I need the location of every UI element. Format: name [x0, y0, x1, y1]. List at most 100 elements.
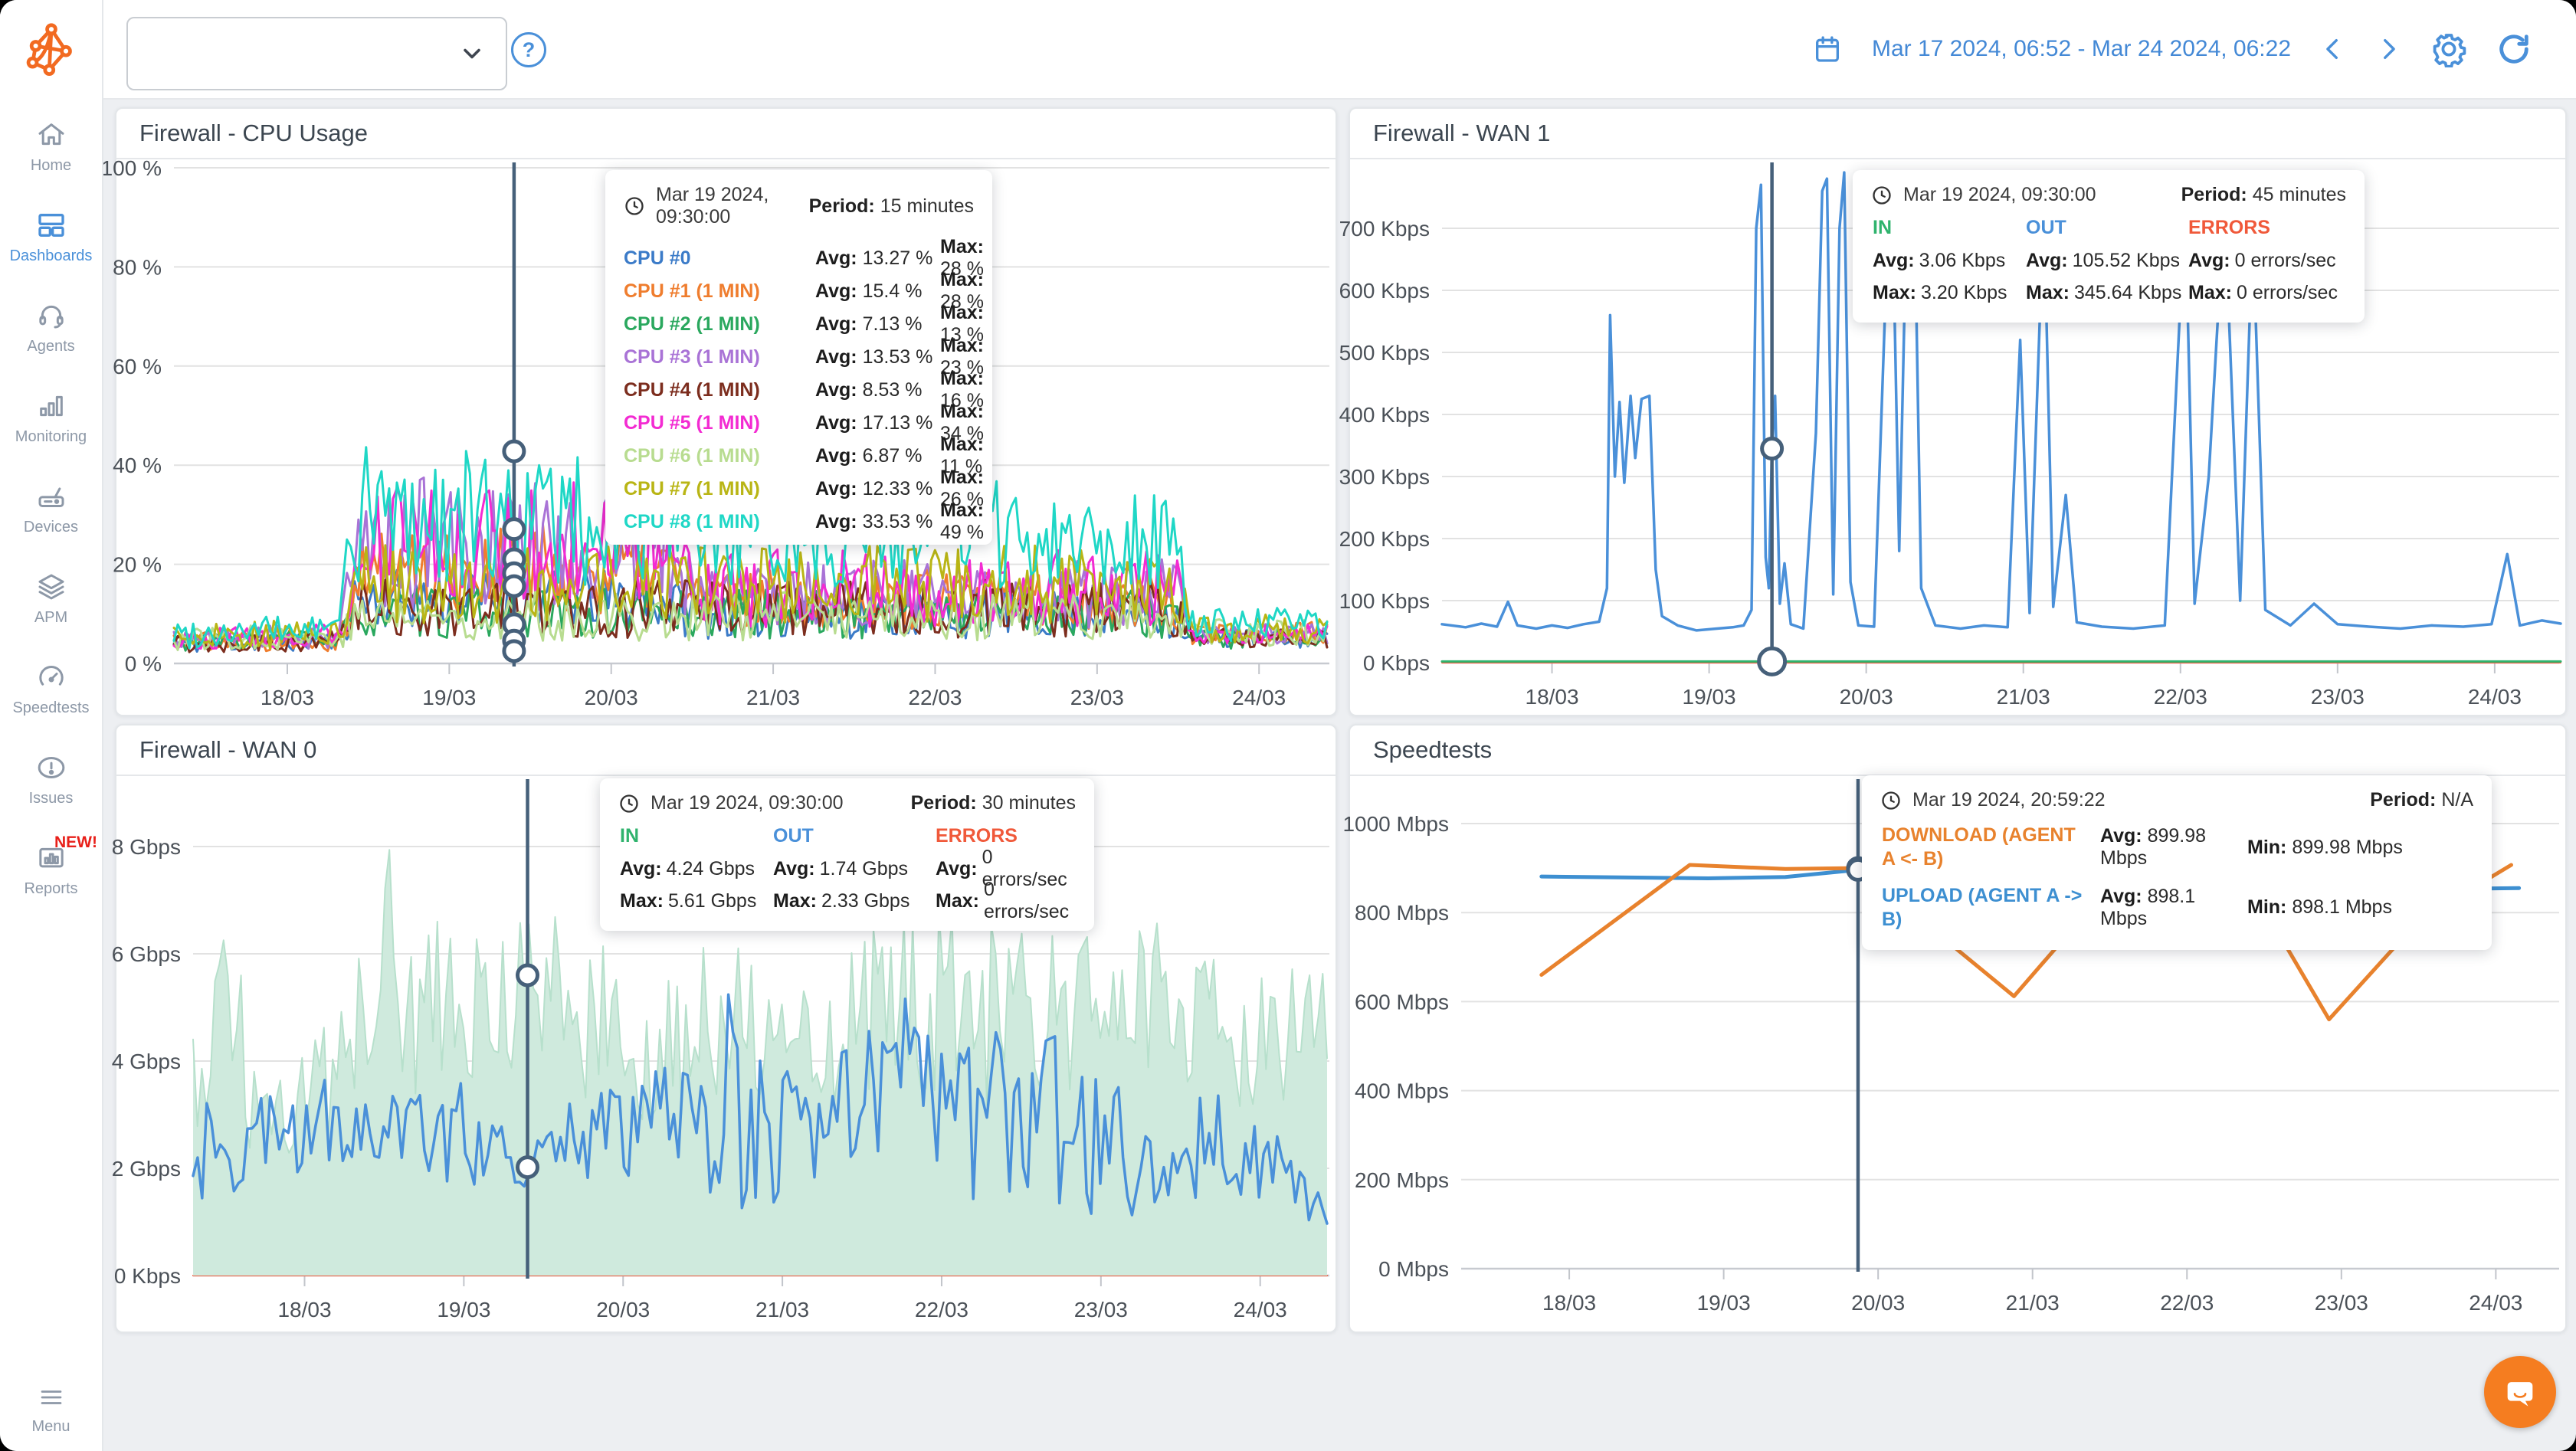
- wan0-tooltip: Mar 19 2024, 09:30:00 Period: 30 minutes…: [600, 778, 1094, 931]
- svg-text:21/03: 21/03: [755, 1298, 809, 1322]
- sidebar-item-devices[interactable]: Devices: [0, 481, 102, 536]
- wan0-tooltip-cols: IN Avg: 4.24 Gbps Max: 5.61 Gbps OUT Avg…: [600, 819, 1094, 931]
- svg-text:22/03: 22/03: [908, 686, 962, 709]
- refresh-icon: [2499, 34, 2528, 64]
- svg-text:800 Mbps: 800 Mbps: [1355, 901, 1449, 925]
- home-icon: [38, 123, 64, 146]
- cpu-tooltip-row: CPU #0 Avg: 13.27 % Max: 28 %: [624, 236, 984, 280]
- prev-period-button[interactable]: [2320, 32, 2346, 66]
- svg-text:4 Gbps: 4 Gbps: [112, 1050, 181, 1073]
- wan-tooltip-col: IN Avg: 4.24 Gbps Max: 5.61 Gbps: [620, 824, 757, 912]
- dashboard-select[interactable]: [126, 17, 507, 90]
- clock-icon: [625, 197, 644, 215]
- svg-text:0 %: 0 %: [125, 652, 162, 676]
- cpu-tooltip-row: CPU #3 (1 MIN) Avg: 13.53 % Max: 23 %: [624, 335, 984, 378]
- app-logo-icon[interactable]: [25, 21, 77, 77]
- wan-tooltip-col: OUT Avg: 105.52 Kbps Max: 345.64 Kbps: [2026, 216, 2182, 303]
- speedtests-tooltip-rows: DOWNLOAD (AGENT A <- B) Avg: 899.98 Mbps…: [1862, 816, 2492, 950]
- speedtest-gauge-icon: [38, 666, 64, 686]
- monitoring-bars-icon: [39, 395, 63, 417]
- svg-text:19/03: 19/03: [1683, 685, 1736, 709]
- sidebar-item-agents[interactable]: Agents: [0, 300, 102, 355]
- chat-bubble-icon: [2507, 1382, 2533, 1407]
- svg-text:24/03: 24/03: [2468, 685, 2522, 709]
- svg-text:22/03: 22/03: [2154, 685, 2207, 709]
- sidebar-item-home[interactable]: Home: [0, 120, 102, 175]
- sidebar-item-reports[interactable]: NEW! Reports: [0, 834, 102, 898]
- wan1-tooltip-cols: IN Avg: 3.06 Kbps Max: 3.20 Kbps OUT Avg…: [1853, 211, 2365, 323]
- apm-layers-icon: [38, 574, 64, 600]
- sidebar-item-menu[interactable]: Menu: [0, 1384, 102, 1436]
- tooltip-time: Mar 19 2024, 20:59:22: [1912, 789, 2106, 811]
- svg-text:23/03: 23/03: [2315, 1291, 2368, 1315]
- svg-text:18/03: 18/03: [1542, 1291, 1596, 1315]
- svg-text:23/03: 23/03: [1070, 686, 1124, 709]
- svg-text:40 %: 40 %: [113, 454, 162, 477]
- next-period-button[interactable]: [2375, 32, 2401, 66]
- svg-text:19/03: 19/03: [437, 1298, 490, 1322]
- chevron-down-icon: [464, 48, 480, 59]
- cpu-tooltip-row: CPU #1 (1 MIN) Avg: 15.4 % Max: 28 %: [624, 269, 984, 313]
- svg-text:0 Mbps: 0 Mbps: [1378, 1257, 1449, 1281]
- speedtest-tooltip-row: UPLOAD (AGENT A -> B) Avg: 898.1 Mbps Mi…: [1882, 884, 2392, 930]
- devices-router-icon: [38, 487, 64, 507]
- svg-text:20/03: 20/03: [596, 1298, 650, 1322]
- refresh-button[interactable]: [2496, 31, 2532, 67]
- panel-title-wan0: Firewall - WAN 0: [139, 736, 317, 763]
- svg-text:400 Kbps: 400 Kbps: [1339, 403, 1430, 427]
- panel-title-speedtests: Speedtests: [1373, 736, 1493, 763]
- svg-text:200 Mbps: 200 Mbps: [1355, 1168, 1449, 1192]
- svg-text:19/03: 19/03: [422, 686, 476, 709]
- svg-text:20/03: 20/03: [1851, 1291, 1905, 1315]
- svg-text:100 %: 100 %: [101, 156, 162, 180]
- issues-alert-icon: [38, 757, 64, 778]
- sidebar-item-dashboards[interactable]: Dashboards: [0, 210, 102, 265]
- svg-text:24/03: 24/03: [1232, 686, 1286, 709]
- svg-text:80 %: 80 %: [113, 255, 162, 279]
- svg-text:24/03: 24/03: [1234, 1298, 1287, 1322]
- sidebar-item-issues[interactable]: Issues: [0, 752, 102, 807]
- svg-text:18/03: 18/03: [277, 1298, 331, 1322]
- svg-text:0 Kbps: 0 Kbps: [114, 1264, 181, 1288]
- svg-text:100 Kbps: 100 Kbps: [1339, 589, 1430, 613]
- cpu-tooltip-row: CPU #4 (1 MIN) Avg: 8.53 % Max: 16 %: [624, 368, 984, 411]
- svg-text:21/03: 21/03: [2006, 1291, 2060, 1315]
- sidebar-item-monitoring[interactable]: Monitoring: [0, 391, 102, 446]
- settings-button[interactable]: [2430, 31, 2467, 67]
- svg-text:23/03: 23/03: [1074, 1298, 1128, 1322]
- clock-icon: [1873, 185, 1891, 205]
- svg-text:22/03: 22/03: [2160, 1291, 2214, 1315]
- cpu-tooltip-row: CPU #2 (1 MIN) Avg: 7.13 % Max: 13 %: [624, 302, 984, 346]
- svg-text:18/03: 18/03: [261, 686, 314, 709]
- app-screen: ? Mar 17 2024, 06:52 - Mar 24 2024, 06:2…: [0, 0, 2576, 1451]
- svg-text:19/03: 19/03: [1697, 1291, 1751, 1315]
- tooltip-time: Mar 19 2024, 09:30:00: [651, 792, 844, 814]
- chevron-left-icon: [2326, 38, 2338, 60]
- svg-text:0 Kbps: 0 Kbps: [1363, 651, 1430, 675]
- svg-text:21/03: 21/03: [746, 686, 800, 709]
- speedtests-tooltip: Mar 19 2024, 20:59:22 Period: N/A DOWNLO…: [1862, 775, 2492, 950]
- cpu-tooltip-row: CPU #8 (1 MIN) Avg: 33.53 % Max: 49 %: [624, 499, 984, 543]
- menu-hamburger-icon: [41, 1390, 61, 1404]
- svg-text:200 Kbps: 200 Kbps: [1339, 527, 1430, 551]
- chat-support-button[interactable]: [2484, 1356, 2556, 1428]
- gear-icon: [2433, 34, 2466, 67]
- wan-tooltip-col: IN Avg: 3.06 Kbps Max: 3.20 Kbps: [1873, 216, 2007, 303]
- cpu-tooltip-row: CPU #6 (1 MIN) Avg: 6.87 % Max: 11 %: [624, 434, 984, 477]
- svg-text:600 Mbps: 600 Mbps: [1355, 990, 1449, 1014]
- sidebar-item-speedtests[interactable]: Speedtests: [0, 662, 102, 717]
- svg-text:23/03: 23/03: [2311, 685, 2365, 709]
- svg-text:20/03: 20/03: [1840, 685, 1893, 709]
- chevron-right-icon: [2384, 38, 2395, 60]
- dashboards-icon: [38, 214, 64, 237]
- panel-title-cpu: Firewall - CPU Usage: [139, 120, 369, 146]
- clock-icon: [1882, 791, 1900, 810]
- date-range-text[interactable]: Mar 17 2024, 06:52 - Mar 24 2024, 06:22: [1872, 36, 2291, 62]
- sidebar-item-apm[interactable]: APM: [0, 572, 102, 627]
- svg-text:20/03: 20/03: [585, 686, 638, 709]
- help-icon[interactable]: ?: [511, 32, 546, 67]
- panel-title-wan1: Firewall - WAN 1: [1373, 120, 1551, 146]
- speedtest-tooltip-row: DOWNLOAD (AGENT A <- B) Avg: 899.98 Mbps…: [1882, 824, 2403, 870]
- svg-text:18/03: 18/03: [1526, 685, 1579, 709]
- top-bar: ? Mar 17 2024, 06:52 - Mar 24 2024, 06:2…: [0, 0, 2576, 100]
